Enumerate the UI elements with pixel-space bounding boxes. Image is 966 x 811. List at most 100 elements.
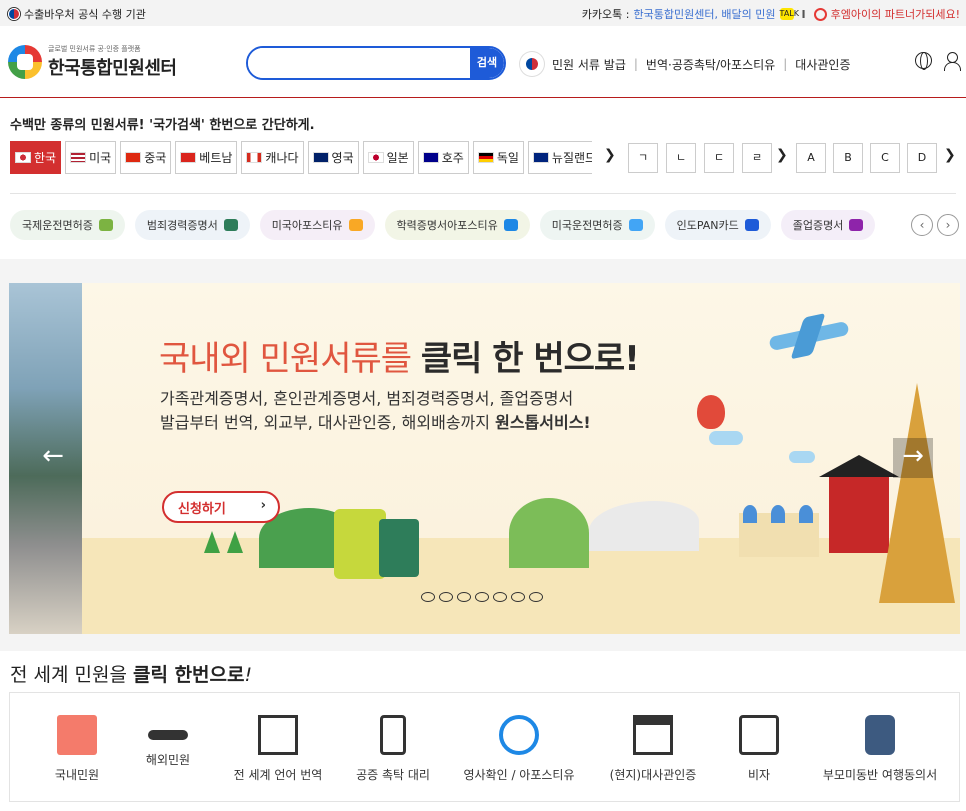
kr-flag-icon — [15, 152, 31, 163]
vn-flag-icon — [180, 152, 197, 163]
country-uk[interactable]: 영국 — [307, 141, 359, 174]
kakao-prefix: 카카오톡 : — [581, 8, 630, 21]
country-label: 중국 — [144, 151, 167, 165]
apply-button[interactable]: 신청하기 › — [162, 491, 280, 523]
service-item[interactable]: 부모미동반 여행동의서 — [800, 693, 960, 801]
hero-banner: 국내외 민원서류를 클릭 한 번으로! 가족관계증명서, 혼인관계증명서, 범죄… — [9, 283, 960, 634]
slide-dot[interactable] — [529, 592, 543, 602]
de-flag-icon — [477, 152, 494, 163]
korean-initial-button[interactable]: ㄴ — [666, 143, 696, 173]
slide-dot[interactable] — [439, 592, 453, 602]
chips-next-button[interactable]: › — [937, 214, 959, 236]
logo-mark-icon — [8, 45, 42, 79]
globe-icon[interactable] — [915, 52, 932, 70]
latin-initial-button[interactable]: B — [833, 143, 863, 173]
service-label: 공증 촉탁 대리 — [356, 768, 430, 782]
country-label: 베트남 — [199, 151, 233, 165]
chip-label: 인도PAN카드 — [676, 219, 739, 232]
country-list: 한국 미국 중국 베트남 캐나다 영국 일본 호주 독일 뉴질랜드 — [10, 141, 592, 174]
chip-label: 국제운전면허증 — [22, 219, 93, 232]
visa-globe-icon — [739, 715, 779, 755]
topbar-separator: I — [801, 7, 806, 21]
chip-label: 미국아포스티유 — [271, 219, 343, 232]
country-kr[interactable]: 한국 — [10, 141, 62, 174]
balloon-illustration — [697, 395, 725, 429]
country-nz[interactable]: 뉴질랜드 — [527, 141, 592, 174]
latin-initial-button[interactable]: C — [870, 143, 900, 173]
document-chip[interactable]: 졸업증명서 — [780, 210, 876, 240]
chip-label: 미국운전면허증 — [551, 219, 623, 232]
document-chip[interactable]: 학력증명서아포스티유 — [384, 210, 530, 240]
document-chip[interactable]: 범죄경력증명서 — [134, 210, 250, 240]
korean-initial-button[interactable]: ㄷ — [704, 143, 734, 173]
initial-next-arrow[interactable]: ❯ — [776, 147, 788, 163]
nz-flag-icon — [532, 152, 549, 163]
logo-subtitle: 글로벌 민원서류 공·인증 플랫폼 — [48, 45, 141, 53]
nav-translation-apostille[interactable]: 번역·공증촉탁/아포스티유 — [646, 56, 775, 73]
header: 글로벌 민원서류 공·인증 플랫폼 한국통합민원센터 검색 민원 서류 발급 |… — [0, 26, 966, 98]
jp-flag-icon — [367, 152, 384, 163]
slide-dot[interactable] — [493, 592, 507, 602]
uk-flag-icon — [312, 152, 329, 163]
kakao-link[interactable]: 한국통합민원센터, 배달의 민원 — [633, 6, 775, 22]
document-chip[interactable]: 미국아포스티유 — [259, 210, 375, 240]
nav-embassy-certification[interactable]: 대사관인증 — [795, 56, 850, 73]
country-de[interactable]: 독일 — [472, 141, 524, 174]
search-input[interactable] — [248, 48, 472, 78]
document-icon — [744, 219, 759, 231]
country-search-tagline: 수백만 종류의 민원서류! '국가검색' 한번으로 간단하게. — [10, 118, 315, 133]
gear-person-icon — [499, 715, 539, 755]
slide-dot[interactable] — [475, 592, 489, 602]
country-jp[interactable]: 일본 — [362, 141, 414, 174]
chips-prev-button[interactable]: ‹ — [911, 214, 933, 236]
cn-flag-icon — [125, 152, 142, 163]
site-logo[interactable]: 글로벌 민원서류 공·인증 플랫폼 한국통합민원센터 — [8, 44, 177, 80]
country-cn[interactable]: 중국 — [120, 141, 172, 174]
country-vn[interactable]: 베트남 — [175, 141, 238, 174]
chip-label: 졸업증명서 — [792, 219, 844, 232]
document-chip[interactable]: 국제운전면허증 — [10, 210, 125, 240]
banner-description: 가족관계증명서, 혼인관계증명서, 범죄경력증명서, 졸업증명서 발급부터 번역… — [160, 389, 591, 432]
slide-dot[interactable] — [421, 592, 435, 602]
country-label: 미국 — [89, 151, 112, 165]
user-icon[interactable] — [944, 52, 961, 71]
slide-dot[interactable] — [511, 592, 525, 602]
document-chip[interactable]: 미국운전면허증 — [539, 210, 655, 240]
korean-initial-button[interactable]: ㄱ — [628, 143, 658, 173]
traveler-icon — [865, 715, 895, 755]
slide-dot[interactable] — [457, 592, 471, 602]
country-next-arrow[interactable]: ❯ — [604, 147, 616, 163]
document-chip[interactable]: 인도PAN카드 — [664, 210, 771, 240]
country-us[interactable]: 미국 — [65, 141, 117, 174]
document-icon — [348, 219, 363, 231]
korean-initial-button[interactable]: ㄹ — [742, 143, 772, 173]
country-label: 호주 — [441, 151, 464, 165]
nav-issue-documents[interactable]: 민원 서류 발급 — [552, 56, 626, 73]
sponsor-icon — [813, 7, 827, 21]
country-ca[interactable]: 캐나다 — [241, 141, 304, 174]
services-title: 전 세계 민원을 클릭 한번으로! — [10, 664, 253, 686]
latin-initial-button[interactable]: A — [796, 143, 826, 173]
ca-flag-icon — [246, 152, 263, 163]
us-flag-icon — [70, 152, 87, 163]
agency-text: 수출바우처 공식 수행 기관 — [24, 8, 146, 21]
korea-flag-icon — [520, 52, 544, 76]
au-flag-icon — [422, 152, 439, 163]
main-nav: 민원 서류 발급 | 번역·공증촉탁/아포스티유 | 대사관인증 — [520, 52, 850, 76]
passport-illustration — [379, 519, 419, 577]
logo-title: 한국통합민원센터 — [48, 58, 177, 79]
country-au[interactable]: 호주 — [417, 141, 469, 174]
latin-next-arrow[interactable]: ❯ — [944, 147, 956, 163]
latin-initial-button[interactable]: D — [907, 143, 937, 173]
search-button[interactable]: 검색 — [470, 48, 504, 78]
service-label: 해외민원 — [145, 753, 191, 767]
search-box: 검색 — [246, 46, 506, 80]
popular-documents: 국제운전면허증 범죄경력증명서 미국아포스티유 학력증명서아포스티유 미국운전면허증 인도… — [10, 210, 888, 240]
slide-prev-arrow-icon[interactable]: ← — [33, 438, 73, 478]
korean-initial-filter: ㄱㄴㄷㄹ — [628, 143, 772, 173]
sponsor-link[interactable]: 후엠아이의 파트너가되세요! — [831, 6, 960, 22]
document-icon — [223, 219, 238, 231]
document-icon — [503, 219, 518, 231]
chip-label: 범죄경력증명서 — [146, 219, 218, 232]
slide-next-arrow-icon[interactable]: → — [893, 438, 933, 478]
